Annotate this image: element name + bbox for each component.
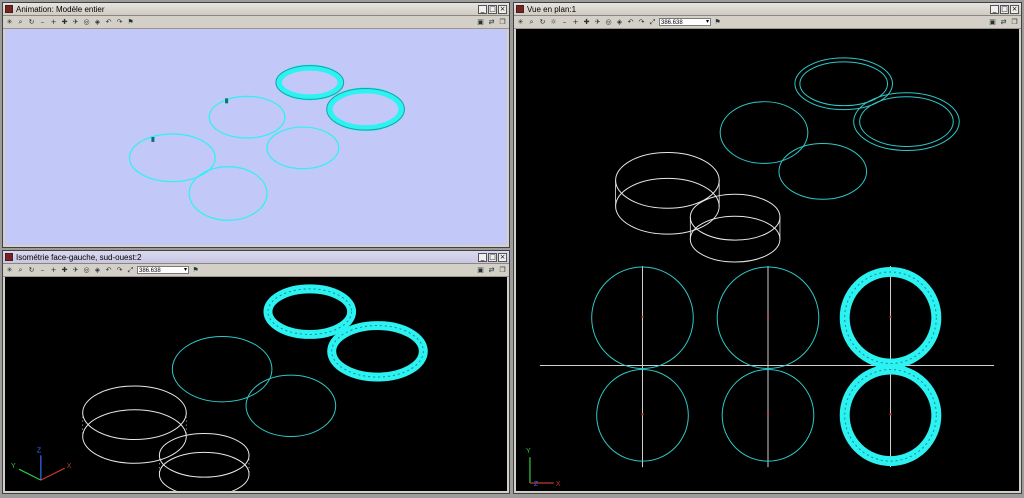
view-toolbar: ✳ ⌕ ↻ – + ✚ ✈ ◎ ◈ ↶ ↷ ⤢ 386.638 ⚑ ▣ ⇄ ❐ [3, 264, 509, 277]
maximize-button[interactable]: □ [1000, 4, 1009, 14]
app-icon [516, 5, 524, 13]
orbit-icon[interactable]: ↻ [27, 266, 36, 275]
zoom-field-icon[interactable]: ⤢ [648, 18, 657, 27]
minimize-button[interactable]: _ [478, 252, 487, 262]
move-icon[interactable]: ✚ [60, 266, 69, 275]
asterisk-icon[interactable]: ✳ [5, 18, 14, 27]
pan-plus-icon[interactable]: + [49, 18, 58, 27]
move-icon[interactable]: ✚ [60, 18, 69, 27]
orbit-icon[interactable]: ↻ [538, 18, 547, 27]
dash-icon[interactable]: – [38, 266, 47, 275]
redo-icon[interactable]: ↷ [115, 266, 124, 275]
triad-y-label: Y [11, 463, 16, 470]
marker-icon [151, 137, 155, 142]
zoom-field[interactable]: 386.638 [137, 266, 189, 274]
redo-icon[interactable]: ↷ [115, 18, 124, 27]
view-icon[interactable]: ◈ [93, 18, 102, 27]
animation-titlebar[interactable]: Animation: Modèle entier _ □ × [3, 3, 509, 16]
dash-icon[interactable]: – [38, 18, 47, 27]
triad-z-label: Z [534, 481, 539, 488]
move-icon[interactable]: ✚ [582, 18, 591, 27]
maximize-button[interactable]: □ [488, 4, 497, 14]
undo-icon[interactable]: ↶ [626, 18, 635, 27]
arrows-icon[interactable]: ⇄ [999, 18, 1008, 27]
app-icon [5, 5, 13, 13]
asterisk-icon[interactable]: ✳ [516, 18, 525, 27]
minimize-button[interactable]: _ [990, 4, 999, 14]
zoom-icon[interactable]: ⌕ [16, 18, 25, 27]
iso-window: Isométrie face-gauche, sud-ouest:2 _ □ ×… [2, 250, 510, 494]
flag-icon[interactable]: ⚑ [191, 266, 200, 275]
view-toolbar: ✳ ⌕ ↻ ☼ – + ✚ ✈ ◎ ◈ ↶ ↷ ⤢ 386.638 ⚑ ▣ ⇄ … [514, 16, 1021, 29]
maximize-button[interactable]: □ [488, 252, 497, 262]
iso-titlebar[interactable]: Isométrie face-gauche, sud-ouest:2 _ □ × [3, 251, 509, 264]
plan-window: Vue en plan:1 _ □ × ✳ ⌕ ↻ ☼ – + ✚ ✈ ◎ ◈ … [513, 2, 1022, 494]
sun-icon[interactable]: ☼ [549, 18, 558, 27]
camera-icon[interactable]: ◎ [604, 18, 613, 27]
copy-icon[interactable]: ❐ [498, 266, 507, 275]
zoom-icon[interactable]: ⌕ [16, 266, 25, 275]
window-title: Isométrie face-gauche, sud-ouest:2 [16, 252, 142, 262]
arrows-icon[interactable]: ⇄ [487, 266, 496, 275]
window-title: Vue en plan:1 [527, 4, 577, 14]
copy-icon[interactable]: ❐ [1010, 18, 1019, 27]
triad-y-label: Y [526, 448, 531, 455]
plan-titlebar[interactable]: Vue en plan:1 _ □ × [514, 3, 1021, 16]
flag-icon[interactable]: ⚑ [126, 18, 135, 27]
zoom-icon[interactable]: ⌕ [527, 18, 536, 27]
pan-plus-icon[interactable]: + [49, 266, 58, 275]
redo-icon[interactable]: ↷ [637, 18, 646, 27]
zoom-field[interactable]: 386.638 [659, 18, 711, 26]
close-button[interactable]: × [498, 252, 507, 262]
plan-viewport[interactable]: Y X Z [516, 29, 1019, 491]
flag-icon[interactable]: ⚑ [713, 18, 722, 27]
tile-icon[interactable]: ▣ [476, 18, 485, 27]
copy-icon[interactable]: ❐ [498, 18, 507, 27]
asterisk-icon[interactable]: ✳ [5, 266, 14, 275]
minimize-button[interactable]: _ [478, 4, 487, 14]
animation-viewport[interactable] [5, 29, 507, 245]
tile-icon[interactable]: ▣ [476, 266, 485, 275]
fly-icon[interactable]: ✈ [593, 18, 602, 27]
undo-icon[interactable]: ↶ [104, 266, 113, 275]
dash-icon[interactable]: – [560, 18, 569, 27]
undo-icon[interactable]: ↶ [104, 18, 113, 27]
triad-x-label: X [67, 463, 72, 470]
iso-scene: Z X Y [11, 284, 428, 491]
app-icon [5, 253, 13, 261]
camera-icon[interactable]: ◎ [82, 266, 91, 275]
view-icon[interactable]: ◈ [93, 266, 102, 275]
fly-icon[interactable]: ✈ [71, 18, 80, 27]
camera-icon[interactable]: ◎ [82, 18, 91, 27]
animation-scene [128, 64, 405, 221]
arrows-icon[interactable]: ⇄ [487, 18, 496, 27]
close-button[interactable]: × [1010, 4, 1019, 14]
close-button[interactable]: × [498, 4, 507, 14]
tile-icon[interactable]: ▣ [988, 18, 997, 27]
view-icon[interactable]: ◈ [615, 18, 624, 27]
window-title: Animation: Modèle entier [16, 4, 105, 14]
pan-plus-icon[interactable]: + [571, 18, 580, 27]
fly-icon[interactable]: ✈ [71, 266, 80, 275]
triad-z-label: Z [37, 447, 42, 454]
marker-icon [225, 98, 229, 104]
view-toolbar: ✳ ⌕ ↻ – + ✚ ✈ ◎ ◈ ↶ ↷ ⚑ ▣ ⇄ ❐ [3, 16, 509, 29]
plan-scene: Y X Z [526, 57, 995, 488]
triad-x-label: X [556, 481, 561, 488]
zoom-field-icon[interactable]: ⤢ [126, 266, 135, 275]
iso-viewport[interactable]: Z X Y [5, 277, 507, 491]
animation-window: Animation: Modèle entier _ □ × ✳ ⌕ ↻ – +… [2, 2, 510, 248]
orbit-icon[interactable]: ↻ [27, 18, 36, 27]
